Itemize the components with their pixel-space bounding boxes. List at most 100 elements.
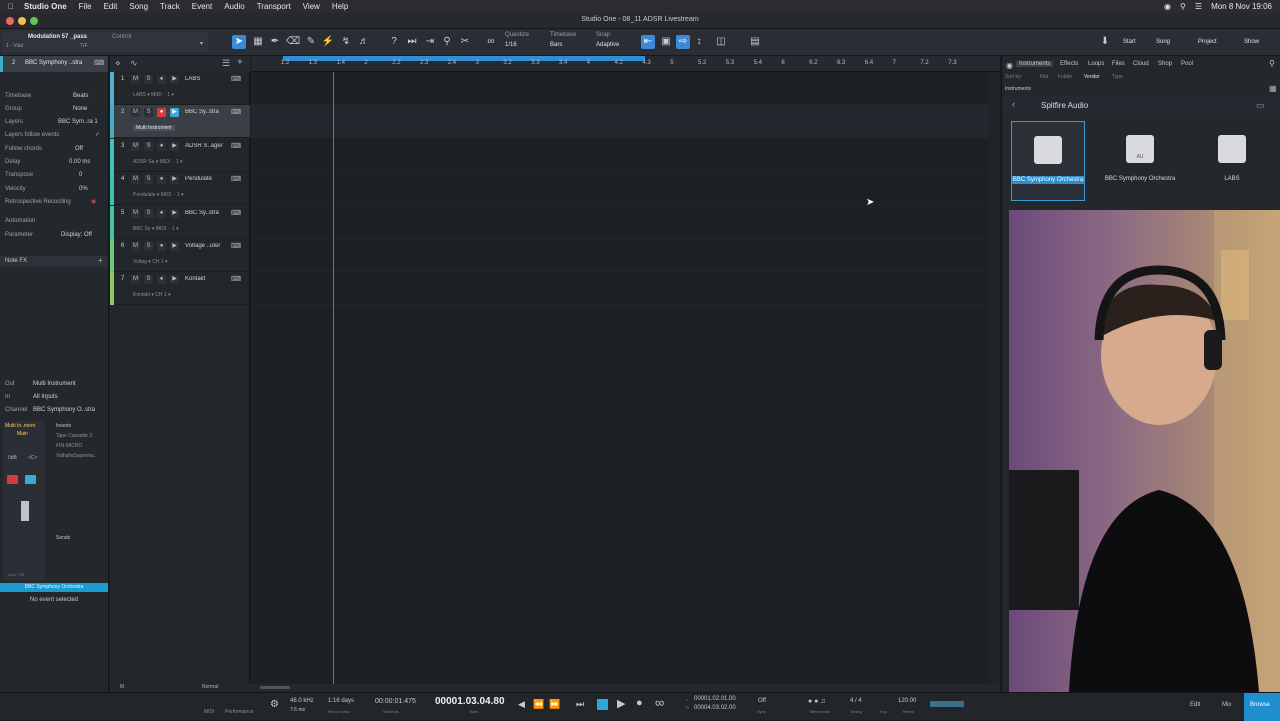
apple-icon[interactable]:  [8,2,14,11]
mute-button[interactable]: M [131,208,140,218]
tab-effects[interactable]: Effects [1060,61,1078,67]
eraser-tool-icon[interactable]: ⌫ [286,35,300,49]
sort-folder[interactable]: Folder [1058,74,1072,80]
record-arm-button[interactable]: ● [157,208,166,218]
track-name[interactable]: LABS [185,76,230,82]
track-lane[interactable] [251,272,989,306]
tab-loops[interactable]: Loops [1088,61,1104,67]
automation-icon[interactable]: ∿ [130,58,138,69]
edit-follow-icon[interactable]: ↕ [692,35,706,49]
monitor-button[interactable]: ▶ [170,108,179,118]
tab-cloud[interactable]: Cloud [1133,61,1149,67]
instrument-icon[interactable]: ⌨ [231,275,241,283]
monitor-button[interactable]: ▶ [170,175,179,185]
record-arm-button[interactable]: ● [157,242,166,251]
in-row[interactable]: In All Inputs [5,391,105,402]
folder-icon[interactable]: ▭ [1256,100,1265,111]
instrument-preset-box[interactable]: Modulation 57 _pass Control 1 - Vital T/… [2,31,208,53]
instrument-icon[interactable]: ⌨ [231,108,241,116]
volume-value[interactable]: 0dB [8,455,17,461]
range-tool-icon[interactable]: ▦ [251,35,265,49]
record-arm-button[interactable]: ● [157,108,166,118]
list-icon[interactable]: ☰ [222,58,230,69]
monitor-button[interactable]: ▶ [170,242,179,251]
track-lane[interactable] [251,239,989,272]
control-center-icon[interactable]: ☰ [1195,2,1202,11]
fast-forward-icon[interactable]: ⏩ [549,699,560,710]
solo-button[interactable]: S [144,75,153,84]
mute-button[interactable]: M [131,141,140,151]
menu-file[interactable]: File [79,2,92,11]
search-icon[interactable]: ⚲ [1269,59,1275,68]
row-value[interactable]: All Inputs [33,394,58,400]
instrument-tile[interactable]: BBC Symphony Orchestra [1011,121,1085,201]
return-zero-icon[interactable]: ◀ [518,699,525,710]
bars-display[interactable]: 00001.03.04.80 [435,696,505,707]
download-icon[interactable]: ⬇ [1098,35,1112,49]
inspector-track-header[interactable]: 2 BBC Symphony ..stra ⌨ [0,56,108,72]
track-header[interactable]: 6 M S ● ▶ Voltage ..uter ⌨ Voltag ▾ CH 1 ▾ [110,239,250,272]
solo-button[interactable]: S [144,175,153,185]
instrument-icon[interactable]: ⌨ [231,142,241,150]
wrench-icon[interactable]: ⋄ [115,58,121,69]
mute-tool-icon[interactable]: ⚡ [321,35,335,49]
browser-icon[interactable]: ◉ [1006,61,1013,70]
monitor-button[interactable] [25,475,36,484]
split-tool-icon[interactable]: ✒ [268,35,282,49]
track-name[interactable]: ADSR S..ager [185,143,230,149]
timeline-ruler[interactable]: 1.2 1.3 1.4 2 2.2 2.3 2.4 3 3.2 3.3 3.4 4 4.2 4.3 5 5.2… [251,56,1000,72]
mute-button[interactable]: M [131,242,140,251]
track-header[interactable]: 7 M S ● ▶ Kontakt ⌨ Kontakt ▾ CH 1 ▾ [110,272,250,306]
track-input[interactable]: BBC Sy ▾ MIDI ∙∙ 1 ▾ [133,226,179,232]
menu-transport[interactable]: Transport [257,2,291,11]
sort-vendor[interactable]: Vendor [1084,74,1100,80]
delay-row[interactable]: Delay 0.00 ms [5,156,105,167]
track-name[interactable]: Kontakt [185,276,230,282]
record-arm-button[interactable]: ● [157,275,166,285]
mute-button[interactable]: M [131,175,140,185]
menu-event[interactable]: Event [192,2,212,11]
arrange-view[interactable]: ➤ [251,72,1000,684]
metronome-icon[interactable]: ● ● ♫ [808,698,826,705]
monitor-button[interactable]: ▶ [170,275,179,285]
browse-button[interactable]: Browse [1250,702,1270,708]
time-signature[interactable]: 4 / 4 [850,698,862,704]
play-button[interactable]: ▶ [617,697,625,710]
metronome-panel-icon[interactable]: ▤ [748,35,762,49]
volume-fader[interactable] [21,501,29,521]
vertical-scrollbar[interactable] [989,72,999,684]
clock[interactable]: Mon 8 Nov 19:06 [1211,2,1272,11]
track-lane[interactable] [251,105,989,139]
note-fx-bar[interactable]: Note FX + [0,256,108,267]
layers-follow-row[interactable]: Layers follow events ✓ [5,129,105,140]
snap-value[interactable]: Adaptive [596,42,619,48]
arrow-tool-icon[interactable]: ➤ [232,35,246,49]
track-lane[interactable] [251,206,989,239]
project-button[interactable]: Project [1198,39,1217,45]
mute-button[interactable]: M [131,108,140,118]
row-value[interactable]: None [73,106,87,112]
menu-view[interactable]: View [303,2,320,11]
end-icon[interactable]: ⏭ [576,699,584,710]
iq-icon[interactable]: ∞ [484,35,498,49]
record-arm-button[interactable]: ● [157,141,166,151]
tab-shop[interactable]: Shop [1158,61,1172,67]
track-input[interactable]: ADSR Sa ▾ MIDI ∙∙ 1 ▾ [133,159,182,165]
monitor-button[interactable]: ▶ [170,141,179,151]
tempo-value[interactable]: 120.00 [898,698,916,704]
grid-view-icon[interactable]: ▦ [1269,84,1277,93]
search-icon[interactable]: ⚲ [1180,2,1186,11]
menu-track[interactable]: Track [160,2,180,11]
help-icon[interactable]: ? [387,35,401,49]
solo-button[interactable]: S [144,108,153,118]
out-row[interactable]: Out Multi Instrument [5,378,105,389]
track-name[interactable]: BBC Sy..stra [185,210,230,216]
track-input[interactable]: Kontakt ▾ CH 1 ▾ [133,292,171,298]
back-icon[interactable]: ‹ [1012,99,1015,109]
insert-slot[interactable]: ValhallaSuperma.. [50,451,108,461]
app-menu[interactable]: Studio One [24,2,67,11]
tab-files[interactable]: Files [1112,61,1125,67]
monitor-button[interactable]: ▶ [170,75,179,84]
listen-tool-icon[interactable]: ♬ [357,35,371,49]
row-value[interactable]: BBC Sym..ra 1 [58,119,98,125]
